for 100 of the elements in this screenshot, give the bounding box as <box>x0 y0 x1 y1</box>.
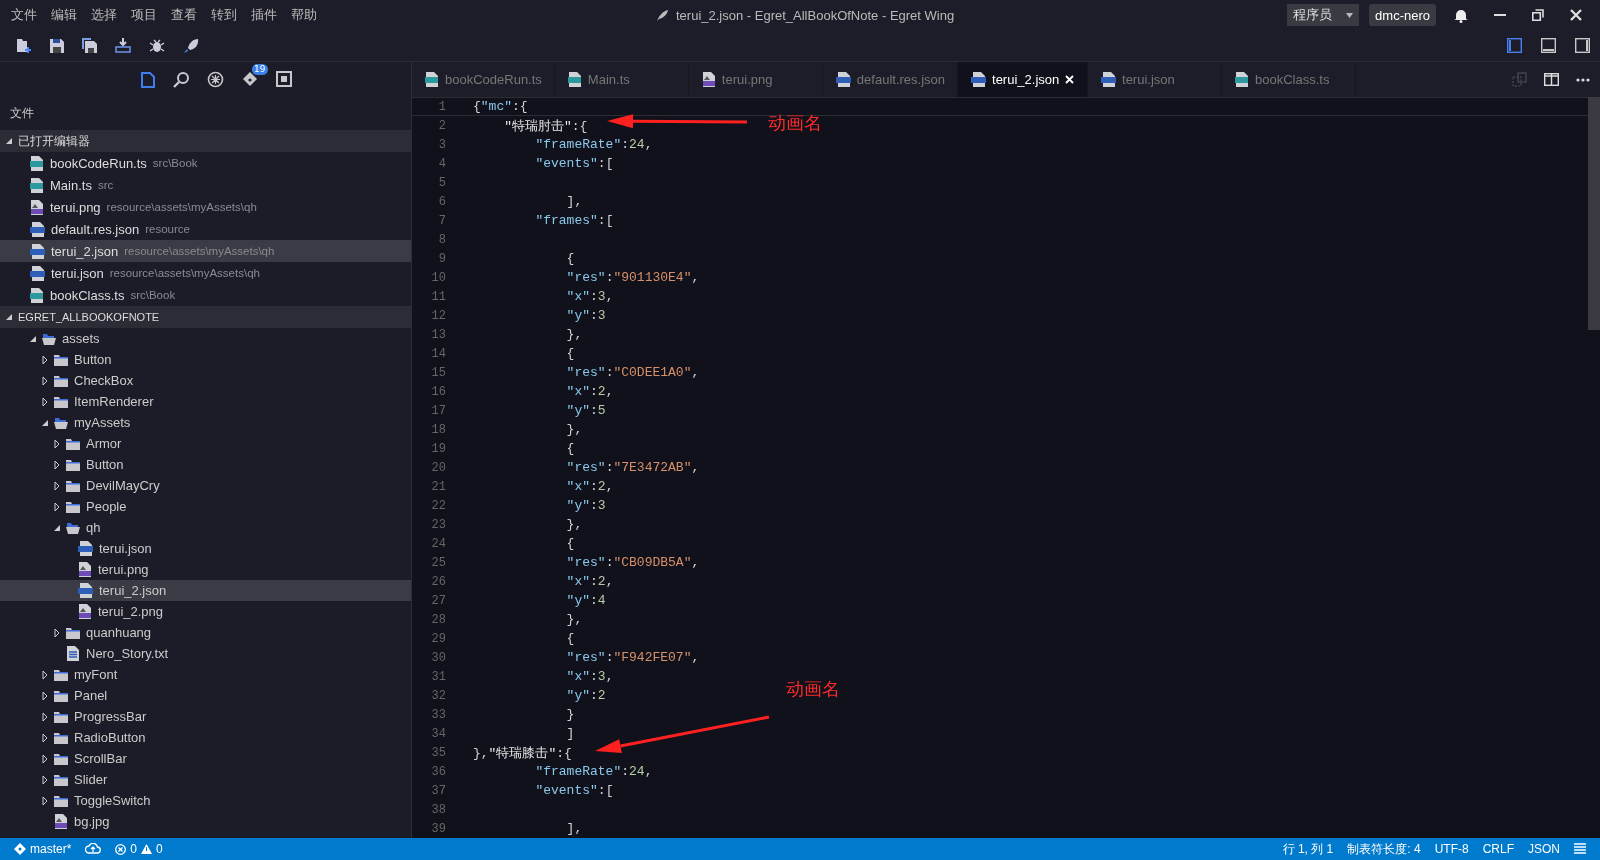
collapsed-arrow-icon[interactable] <box>42 376 48 385</box>
role-dropdown[interactable]: 程序员 <box>1287 4 1360 26</box>
line-ending[interactable]: CRLF <box>1482 842 1514 856</box>
open-editor-item[interactable]: bookCodeRun.ts src\Book <box>0 152 411 174</box>
open-editor-item[interactable]: terui_2.json resource\assets\myAssets\qh <box>0 240 411 262</box>
tree-item[interactable]: Panel <box>0 685 411 706</box>
cursor-position[interactable]: 行 1, 列 1 <box>1282 840 1334 858</box>
expanded-arrow-icon[interactable] <box>30 334 36 343</box>
collapsed-arrow-icon[interactable] <box>54 502 60 511</box>
tree-item[interactable]: ScrollBar <box>0 748 411 769</box>
editor-tab[interactable]: Main.ts <box>554 62 689 97</box>
collapsed-arrow-icon[interactable] <box>42 397 48 406</box>
left-panel-toggle-icon[interactable] <box>1507 38 1522 53</box>
close-icon[interactable] <box>1570 9 1582 21</box>
collapsed-arrow-icon[interactable] <box>54 628 60 637</box>
problems-indicator[interactable]: 0 0 <box>115 842 163 856</box>
open-editor-item[interactable]: terui.json resource\assets\myAssets\qh <box>0 262 411 284</box>
json-file-icon <box>30 265 45 281</box>
branch-indicator[interactable]: master* <box>14 842 72 856</box>
menu-item[interactable]: 帮助 <box>284 6 324 24</box>
tree-item[interactable]: Button <box>0 349 411 370</box>
tree-item[interactable]: myFont <box>0 664 411 685</box>
scrollbar-thumb[interactable] <box>1588 97 1600 330</box>
rocket-icon[interactable] <box>183 37 199 54</box>
tree-item[interactable]: People <box>0 496 411 517</box>
collapsed-arrow-icon[interactable] <box>42 775 48 784</box>
tree-item[interactable]: Button <box>0 454 411 475</box>
restore-icon[interactable] <box>1532 9 1544 21</box>
tree-item[interactable]: bg.jpg <box>0 811 411 832</box>
collapsed-arrow-icon[interactable] <box>54 439 60 448</box>
menu-item[interactable]: 插件 <box>244 6 284 24</box>
open-editor-item[interactable]: terui.png resource\assets\myAssets\qh <box>0 196 411 218</box>
editor-tab[interactable]: bookClass.ts <box>1222 62 1356 97</box>
expanded-arrow-icon[interactable] <box>42 418 48 427</box>
tree-item[interactable]: terui_2.png <box>0 601 411 622</box>
language-mode[interactable]: JSON <box>1528 842 1560 856</box>
user-button[interactable]: dmc-nero <box>1369 4 1436 26</box>
collapsed-arrow-icon[interactable] <box>42 355 48 364</box>
cloud-sync-icon[interactable] <box>85 843 102 855</box>
section-header[interactable]: 已打开编辑器 <box>0 130 411 152</box>
collapsed-arrow-icon[interactable] <box>42 670 48 679</box>
bottom-panel-toggle-icon[interactable] <box>1541 38 1556 53</box>
tree-item[interactable]: DevilMayCry <box>0 475 411 496</box>
section-header[interactable]: EGRET_ALLBOOKOFNOTE <box>0 306 411 328</box>
editor-tab[interactable]: terui_2.json <box>958 62 1088 97</box>
collapsed-arrow-icon[interactable] <box>42 796 48 805</box>
feedback-icon[interactable] <box>1574 843 1586 855</box>
files-icon[interactable] <box>140 70 155 88</box>
tree-item[interactable]: Nero_Story.txt <box>0 643 411 664</box>
editor-tab[interactable]: terui.png <box>688 62 823 97</box>
tree-item[interactable]: qh <box>0 517 411 538</box>
expanded-arrow-icon[interactable] <box>54 523 60 532</box>
menu-item[interactable]: 文件 <box>4 6 44 24</box>
editor-tab[interactable]: bookCodeRun.ts <box>412 62 555 97</box>
tree-item[interactable]: Slider <box>0 769 411 790</box>
save-icon[interactable] <box>50 38 64 53</box>
debug-icon[interactable] <box>207 70 224 88</box>
open-editor-item[interactable]: Main.ts src <box>0 174 411 196</box>
open-editor-item[interactable]: default.res.json resource <box>0 218 411 240</box>
tree-item[interactable]: assets <box>0 328 411 349</box>
tree-item[interactable]: terui.png <box>0 559 411 580</box>
tree-item[interactable]: terui_2.json <box>0 580 411 601</box>
bug-icon[interactable] <box>149 38 165 53</box>
menu-item[interactable]: 查看 <box>164 6 204 24</box>
encoding[interactable]: UTF-8 <box>1434 842 1469 856</box>
new-folder-icon[interactable] <box>16 37 32 54</box>
menu-item[interactable]: 选择 <box>84 6 124 24</box>
extensions-icon[interactable] <box>275 71 292 87</box>
menu-item[interactable]: 项目 <box>124 6 164 24</box>
tree-item[interactable]: ProgressBar <box>0 706 411 727</box>
tree-item[interactable]: terui.json <box>0 538 411 559</box>
tree-item[interactable]: ToggleSwitch <box>0 790 411 811</box>
save-all-icon[interactable] <box>82 38 97 53</box>
collapsed-arrow-icon[interactable] <box>42 754 48 763</box>
bell-icon[interactable] <box>1454 7 1468 23</box>
download-icon[interactable] <box>115 38 131 53</box>
git-icon[interactable] <box>241 71 258 87</box>
code-line: } <box>565 707 575 722</box>
tree-item[interactable]: ItemRenderer <box>0 391 411 412</box>
code-line: "y":3 <box>565 308 606 323</box>
search-icon[interactable] <box>173 70 190 88</box>
collapsed-arrow-icon[interactable] <box>54 481 60 490</box>
right-panel-toggle-icon[interactable] <box>1575 38 1590 53</box>
split-editor-icon[interactable] <box>1544 73 1559 86</box>
tree-item[interactable]: CheckBox <box>0 370 411 391</box>
tree-item[interactable]: RadioButton <box>0 727 411 748</box>
collapsed-arrow-icon[interactable] <box>54 460 60 469</box>
menu-item[interactable]: 编辑 <box>44 6 84 24</box>
tree-item[interactable]: myAssets <box>0 412 411 433</box>
collapsed-arrow-icon[interactable] <box>42 691 48 700</box>
collapsed-arrow-icon[interactable] <box>42 712 48 721</box>
code-line: { <box>565 346 575 361</box>
menu-item[interactable]: 转到 <box>204 6 244 24</box>
editor-tab[interactable]: terui.json <box>1088 62 1222 97</box>
collapsed-arrow-icon[interactable] <box>42 733 48 742</box>
open-editor-item[interactable]: bookClass.ts src\Book <box>0 284 411 306</box>
tree-item[interactable]: quanhuang <box>0 622 411 643</box>
more-icon[interactable] <box>1576 77 1590 82</box>
tab-size[interactable]: 制表符长度: 4 <box>1347 840 1421 858</box>
tree-item[interactable]: Armor <box>0 433 411 454</box>
